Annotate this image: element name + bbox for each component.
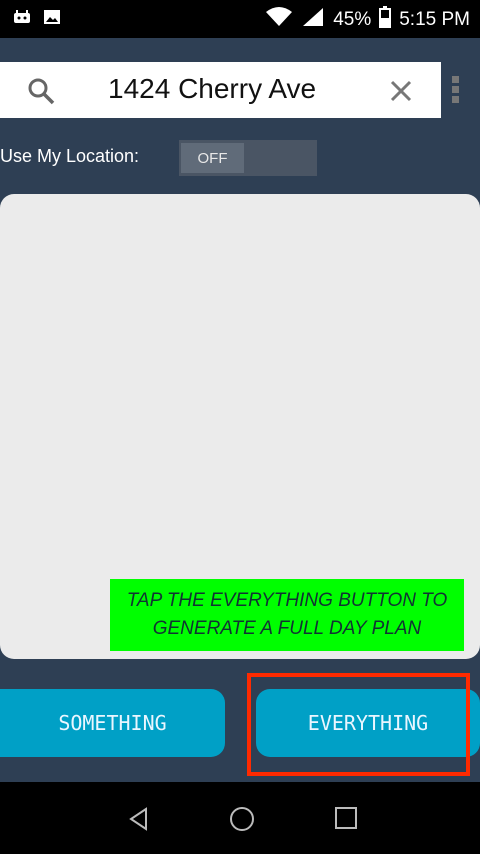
something-button[interactable]: SOMETHING <box>0 689 225 757</box>
search-input[interactable]: 1424 Cherry Ave <box>108 73 316 105</box>
status-bar: 45% 5:15 PM <box>0 0 480 38</box>
search-bar[interactable]: 1424 Cherry Ave <box>0 62 441 118</box>
image-icon <box>42 7 62 31</box>
wifi-icon <box>265 6 293 33</box>
highlight-box <box>247 673 470 776</box>
home-icon[interactable] <box>229 806 255 836</box>
clock: 5:15 PM <box>399 8 470 30</box>
use-location-label: Use My Location: <box>0 146 140 166</box>
toggle-state: OFF <box>181 143 244 173</box>
search-icon[interactable] <box>26 76 56 106</box>
overflow-menu-icon[interactable] <box>452 76 462 106</box>
battery-percent: 45% <box>333 8 372 30</box>
android-debug-icon <box>12 7 32 31</box>
use-location-toggle[interactable]: OFF <box>179 140 317 176</box>
battery-icon <box>379 6 392 33</box>
close-icon[interactable] <box>386 76 416 106</box>
tip-banner: TAP THE EVERYTHING BUTTON TO GENERATE A … <box>110 579 464 651</box>
back-icon[interactable] <box>126 806 152 836</box>
signal-icon <box>301 6 325 33</box>
recent-apps-icon[interactable] <box>334 806 358 834</box>
